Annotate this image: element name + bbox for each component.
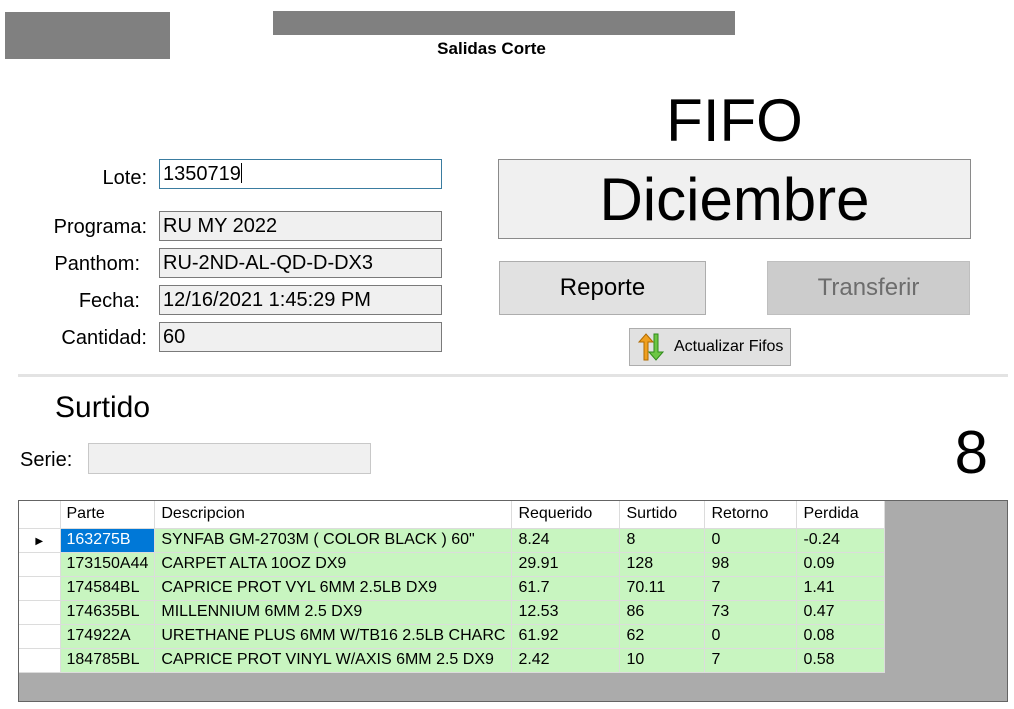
redacted-title: [273, 11, 735, 35]
cell-perdida[interactable]: 0.08: [796, 624, 886, 649]
cantidad-field: 60: [159, 322, 442, 352]
row-header[interactable]: [19, 624, 61, 649]
grid-header-row: Parte Descripcion Requerido Surtido Reto…: [19, 501, 886, 529]
fecha-label: Fecha:: [78, 290, 140, 312]
surtido-title: Surtido: [55, 391, 151, 424]
cell-retorno[interactable]: 7: [704, 576, 798, 601]
cell-surtido[interactable]: 128: [619, 552, 706, 577]
cell-perdida[interactable]: -0.24: [796, 528, 886, 553]
cell-surtido[interactable]: 10: [619, 648, 706, 673]
fecha-field: 12/16/2021 1:45:29 PM: [159, 285, 442, 315]
panthom-label: Panthom:: [54, 253, 140, 275]
lote-label: Lote:: [102, 167, 147, 189]
cell-retorno[interactable]: 7: [704, 648, 798, 673]
cell-parte[interactable]: 163275B: [60, 528, 156, 553]
row-header[interactable]: [19, 600, 61, 625]
column-header-surtido[interactable]: Surtido: [619, 501, 706, 529]
cell-requerido[interactable]: 8.24: [511, 528, 621, 553]
cell-descripcion[interactable]: SYNFAB GM-2703M ( COLOR BLACK ) 60": [154, 528, 513, 553]
column-header-perdida[interactable]: Perdida: [796, 501, 886, 529]
cell-surtido[interactable]: 70.11: [619, 576, 706, 601]
table-row[interactable]: ▶ 163275B SYNFAB GM-2703M ( COLOR BLACK …: [19, 528, 886, 553]
cell-descripcion[interactable]: URETHANE PLUS 6MM W/TB16 2.5LB CHARC: [154, 624, 513, 649]
cell-requerido[interactable]: 61.92: [511, 624, 621, 649]
redacted-logo: [5, 12, 170, 59]
reporte-button[interactable]: Reporte: [499, 261, 706, 315]
table-row[interactable]: 184785BL CAPRICE PROT VINYL W/AXIS 6MM 2…: [19, 648, 886, 673]
programa-label: Programa:: [53, 216, 147, 238]
cell-requerido[interactable]: 29.91: [511, 552, 621, 577]
surtido-table: Parte Descripcion Requerido Surtido Reto…: [19, 501, 886, 673]
cell-retorno[interactable]: 73: [704, 600, 798, 625]
table-row[interactable]: 174635BL MILLENNIUM 6MM 2.5 DX9 12.53 86…: [19, 600, 886, 625]
cell-descripcion[interactable]: MILLENNIUM 6MM 2.5 DX9: [154, 600, 513, 625]
current-row-indicator-icon: ▶: [19, 528, 61, 553]
row-header[interactable]: [19, 552, 61, 577]
table-row[interactable]: 173150A44 CARPET ALTA 10OZ DX9 29.91 128…: [19, 552, 886, 577]
lote-value: 1350719: [163, 163, 241, 185]
row-header[interactable]: [19, 576, 61, 601]
fifo-title: FIFO: [666, 87, 803, 154]
serie-input[interactable]: [88, 443, 371, 474]
fifo-month-panel: Diciembre: [498, 159, 971, 239]
cell-parte[interactable]: 174635BL: [60, 600, 156, 625]
cell-descripcion[interactable]: CARPET ALTA 10OZ DX9: [154, 552, 513, 577]
cell-parte[interactable]: 174922A: [60, 624, 156, 649]
cell-perdida[interactable]: 1.41: [796, 576, 886, 601]
row-header-corner: [19, 501, 61, 529]
cell-retorno[interactable]: 0: [704, 624, 798, 649]
programa-field: RU MY 2022: [159, 211, 442, 241]
cell-retorno[interactable]: 98: [704, 552, 798, 577]
section-divider: [18, 374, 1008, 377]
row-header[interactable]: [19, 648, 61, 673]
actualizar-fifos-button[interactable]: Actualizar Fifos: [629, 328, 791, 366]
fifo-month: Diciembre: [599, 165, 870, 233]
cantidad-label: Cantidad:: [61, 327, 147, 349]
column-header-descripcion[interactable]: Descripcion: [154, 501, 513, 529]
panthom-field: RU-2ND-AL-QD-D-DX3: [159, 248, 442, 278]
surtido-count: 8: [954, 419, 988, 486]
cell-perdida[interactable]: 0.09: [796, 552, 886, 577]
transferir-button[interactable]: Transferir: [767, 261, 970, 315]
cell-descripcion[interactable]: CAPRICE PROT VINYL W/AXIS 6MM 2.5 DX9: [154, 648, 513, 673]
cell-descripcion[interactable]: CAPRICE PROT VYL 6MM 2.5LB DX9: [154, 576, 513, 601]
column-header-requerido[interactable]: Requerido: [511, 501, 621, 529]
cell-parte[interactable]: 174584BL: [60, 576, 156, 601]
cell-retorno[interactable]: 0: [704, 528, 798, 553]
column-header-parte[interactable]: Parte: [60, 501, 156, 529]
serie-label: Serie:: [20, 449, 73, 471]
cell-perdida[interactable]: 0.47: [796, 600, 886, 625]
surtido-grid[interactable]: Parte Descripcion Requerido Surtido Reto…: [18, 500, 1008, 702]
cell-parte[interactable]: 184785BL: [60, 648, 156, 673]
cell-requerido[interactable]: 12.53: [511, 600, 621, 625]
refresh-arrows-icon: [637, 333, 664, 361]
cell-surtido[interactable]: 62: [619, 624, 706, 649]
actualizar-fifos-label: Actualizar Fifos: [674, 338, 784, 355]
cell-requerido[interactable]: 61.7: [511, 576, 621, 601]
cell-requerido[interactable]: 2.42: [511, 648, 621, 673]
cell-surtido[interactable]: 8: [619, 528, 706, 553]
page-subtitle: Salidas Corte: [437, 39, 546, 58]
table-row[interactable]: 174584BL CAPRICE PROT VYL 6MM 2.5LB DX9 …: [19, 576, 886, 601]
cell-parte[interactable]: 173150A44: [60, 552, 156, 577]
lote-input[interactable]: 1350719: [159, 159, 442, 189]
table-row[interactable]: 174922A URETHANE PLUS 6MM W/TB16 2.5LB C…: [19, 624, 886, 649]
cell-perdida[interactable]: 0.58: [796, 648, 886, 673]
column-header-retorno[interactable]: Retorno: [704, 501, 798, 529]
cell-surtido[interactable]: 86: [619, 600, 706, 625]
text-caret: [240, 163, 242, 183]
